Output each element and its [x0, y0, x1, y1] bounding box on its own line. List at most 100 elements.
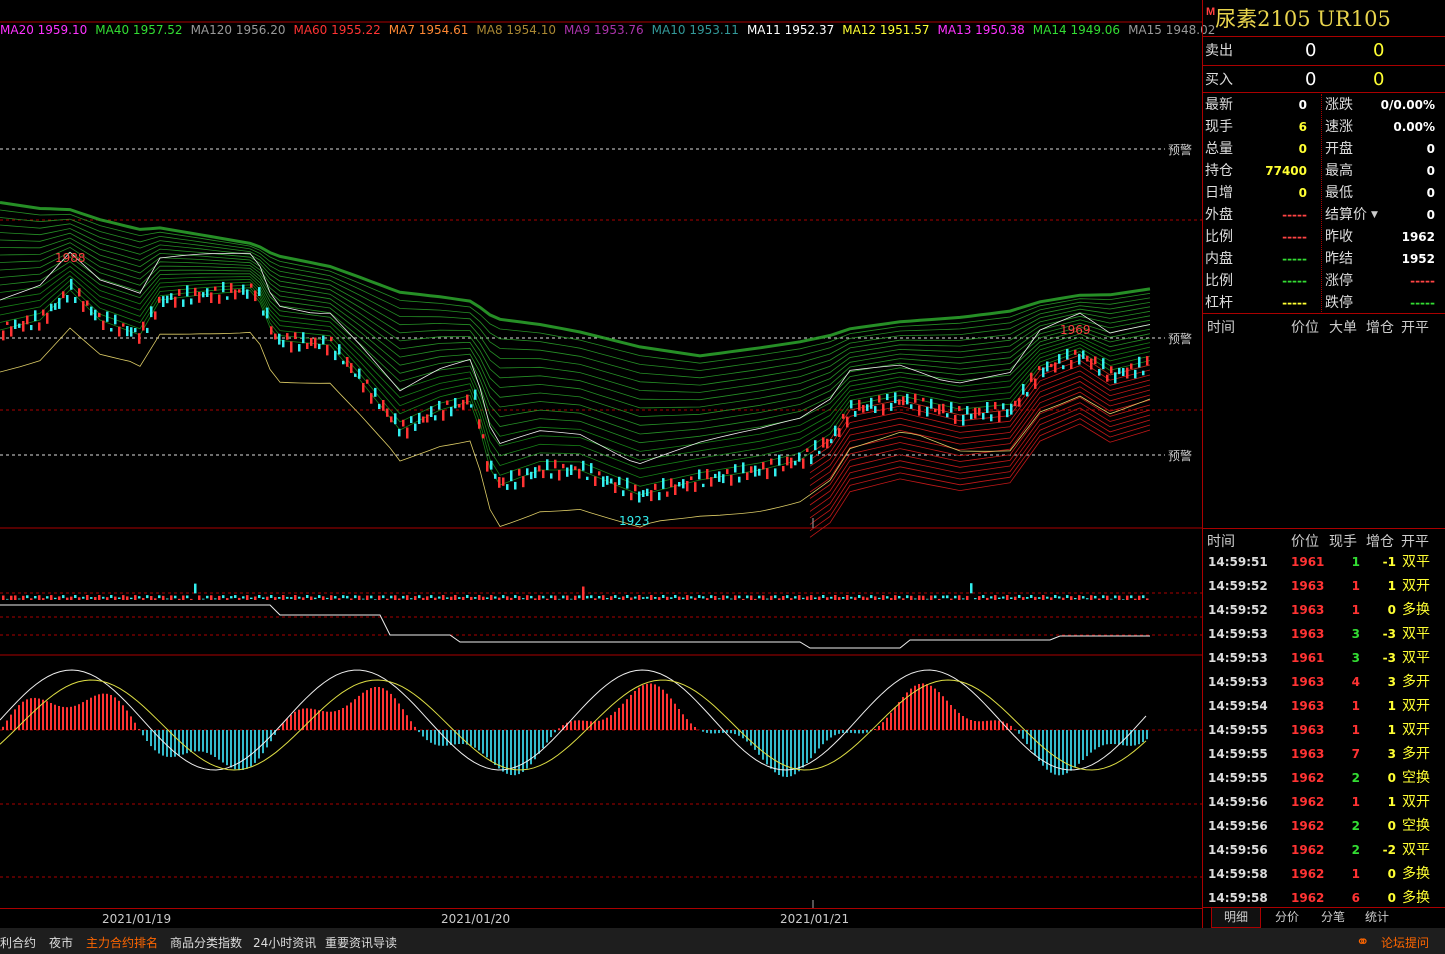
candle [918, 405, 921, 416]
quote-label: 涨跌 [1325, 97, 1353, 113]
tab-ticks[interactable]: 分笔 [1309, 908, 1357, 927]
candle [734, 464, 737, 473]
tick-row[interactable]: 14:59:56 1962 2 0 空换 [1203, 814, 1445, 838]
volume-bar [914, 598, 917, 600]
tick-row[interactable]: 14:59:52 1963 1 1 双开 [1203, 574, 1445, 598]
volume-bar [890, 598, 893, 600]
tick-type: 双开 [1402, 578, 1430, 594]
macd-bar [234, 730, 236, 770]
macd-bar [1086, 730, 1088, 757]
volume-bar [1074, 598, 1077, 600]
tick-time: 14:59:51 [1208, 555, 1268, 569]
candle [38, 322, 41, 331]
volume-bar [866, 597, 869, 600]
tick-row[interactable]: 14:59:54 1963 1 1 双开 [1203, 694, 1445, 718]
candle [486, 461, 489, 472]
volume-bar [542, 595, 545, 599]
chart-area[interactable]: MA20 1959.10 MA40 1957.52 MA120 1956.20 MA6… [0, 0, 1215, 928]
candle [802, 458, 805, 469]
candle [326, 344, 329, 356]
high-label-2: 1969 [1060, 323, 1091, 337]
tick-oi: 0 [1387, 819, 1396, 833]
tab-detail[interactable]: 明细 [1211, 908, 1261, 928]
bottom-link-2[interactable]: 夜市 [49, 934, 73, 951]
tick-row[interactable]: 14:59:52 1963 1 0 多换 [1203, 598, 1445, 622]
macd-bar [226, 730, 228, 766]
tick-row[interactable]: 14:59:53 1961 3 -3 双平 [1203, 646, 1445, 670]
volume-bar [766, 598, 769, 600]
candle [214, 286, 217, 291]
volume-bar [926, 598, 929, 600]
alert-label-2[interactable]: 预警 [1168, 330, 1193, 347]
candle [278, 333, 281, 345]
kline-chart[interactable] [0, 0, 1202, 928]
bottom-link-6[interactable]: 重要资讯导读 [325, 934, 397, 951]
volume-bar [1130, 595, 1133, 599]
volume-bar [946, 595, 949, 599]
volume-bar [274, 597, 277, 600]
volume-bar [354, 595, 357, 599]
macd-bar [686, 719, 688, 730]
macd-bar [810, 730, 812, 759]
candle [102, 320, 105, 330]
tick-row[interactable]: 14:59:55 1963 7 3 多开 [1203, 742, 1445, 766]
macd-bar [546, 730, 548, 743]
volume-bar [658, 597, 661, 600]
tick-row[interactable]: 14:59:56 1962 1 1 双开 [1203, 790, 1445, 814]
alert-label-1[interactable]: 预警 [1168, 141, 1193, 158]
macd-bar [758, 730, 760, 755]
candle [986, 402, 989, 413]
volume-bar [830, 596, 833, 599]
forum-link[interactable]: 论坛提问 [1381, 934, 1429, 951]
volume-bar [510, 597, 513, 600]
candle [238, 289, 241, 293]
volume-bar [1002, 596, 1005, 599]
candle [454, 398, 457, 409]
quote-value: ----- [1282, 274, 1307, 288]
volume-bar [290, 597, 293, 599]
candle [254, 290, 257, 302]
candle [438, 400, 441, 410]
volume-bar [966, 595, 969, 600]
bottom-link-4[interactable]: 商品分类指数 [170, 934, 242, 951]
tick-row[interactable]: 14:59:51 1961 1 -1 双平 [1203, 550, 1445, 574]
tab-stats[interactable]: 统计 [1353, 908, 1401, 927]
tick-row[interactable]: 14:59:55 1963 1 1 双开 [1203, 718, 1445, 742]
tick-type: 多开 [1402, 746, 1430, 762]
macd-bar [650, 683, 652, 730]
tick-row[interactable]: 14:59:53 1963 4 3 多开 [1203, 670, 1445, 694]
volume-bar [330, 595, 333, 600]
candle [178, 289, 181, 296]
tick-price: 1962 [1291, 795, 1325, 809]
candle [1002, 403, 1005, 410]
alert-label-3[interactable]: 预警 [1168, 447, 1193, 464]
candle [190, 298, 193, 305]
tick-time: 14:59:54 [1208, 699, 1268, 713]
instrument-title[interactable]: M尿素2105 UR105 [1206, 4, 1391, 34]
volume-bar [298, 596, 301, 599]
volume-bar [794, 596, 797, 599]
tick-row[interactable]: 14:59:53 1963 3 -3 双平 [1203, 622, 1445, 646]
tick-row[interactable]: 14:59:58 1962 1 0 多换 [1203, 862, 1445, 886]
volume-bar [602, 595, 605, 600]
candle [194, 287, 197, 296]
bottom-link-3[interactable]: 主力合约排名 [86, 934, 158, 951]
macd-bar [70, 706, 72, 730]
candle [1062, 365, 1065, 370]
bottom-link-5[interactable]: 24小时资讯 [253, 934, 316, 951]
macd-bar [178, 730, 180, 756]
dropdown-icon[interactable]: ▼ [1371, 204, 1378, 226]
tick-row[interactable]: 14:59:56 1962 2 -2 双平 [1203, 838, 1445, 862]
tick-row[interactable]: 14:59:55 1962 2 0 空换 [1203, 766, 1445, 790]
candle [1022, 384, 1025, 395]
macd-bar [210, 730, 212, 755]
bottom-link-1[interactable]: 利合约 [0, 934, 36, 951]
volume-bar [1018, 595, 1021, 598]
macd-bar [122, 705, 124, 730]
volume-bar [1050, 597, 1053, 600]
ma-legend-item: MA12 1951.57 [842, 23, 930, 37]
candle [758, 468, 761, 476]
macd-bar [778, 730, 780, 775]
tab-price-dist[interactable]: 分价 [1263, 908, 1311, 927]
tick-type: 双开 [1402, 722, 1430, 738]
